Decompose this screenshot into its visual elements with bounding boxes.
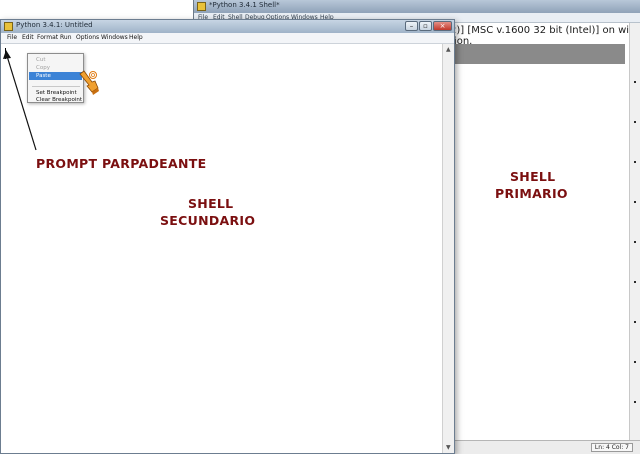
editor-menu-file[interactable]: File <box>7 34 17 41</box>
shell-selected-text <box>449 44 625 64</box>
prompt-annotation: PROMPT PARPADEANTE <box>36 156 207 171</box>
scrollbar-tick <box>634 121 636 123</box>
primary-shell-scrollbar[interactable] <box>629 23 640 440</box>
scrollbar-tick <box>634 201 636 203</box>
cursor-position-status: Ln: 4 Col: 7 <box>590 443 633 452</box>
primary-shell-title: *Python 3.4.1 Shell* <box>209 1 280 9</box>
scrollbar-tick <box>634 241 636 243</box>
scrollbar-tick <box>634 361 636 363</box>
python-file-icon <box>197 2 206 11</box>
editor-menu-run[interactable]: Run <box>60 34 72 41</box>
context-menu: Cut Copy Paste Set Breakpoint Clear Brea… <box>27 53 84 103</box>
editor-titlebar[interactable]: Python 3.4.1: Untitled – ▫ × <box>1 20 454 33</box>
scroll-down-icon[interactable]: ▼ <box>446 444 451 451</box>
context-menu-copy[interactable]: Copy <box>29 64 82 72</box>
editor-menu-help[interactable]: Help <box>129 34 143 41</box>
editor-menu-options[interactable]: Options <box>76 34 99 41</box>
shell-banner-line: 2)] [MSC v.1600 32 bit (Intel)] on win32 <box>450 25 640 36</box>
editor-menubar: File Edit Format Run Options Windows Hel… <box>1 33 454 44</box>
secondary-shell-annotation: SHELL <box>188 196 234 211</box>
context-menu-paste[interactable]: Paste <box>29 72 82 80</box>
close-button[interactable]: × <box>433 21 452 31</box>
primary-shell-annotation: PRIMARIO <box>495 186 568 201</box>
editor-menu-edit[interactable]: Edit <box>22 34 34 41</box>
scroll-up-icon[interactable]: ▲ <box>446 46 451 53</box>
editor-title: Python 3.4.1: Untitled <box>16 21 93 29</box>
scrollbar-tick <box>634 401 636 403</box>
primary-shell-titlebar[interactable]: *Python 3.4.1 Shell* <box>194 0 640 13</box>
scrollbar-tick <box>634 161 636 163</box>
editor-scrollbar[interactable]: ▲ ▼ <box>442 44 454 453</box>
minimize-button[interactable]: – <box>405 21 418 31</box>
context-menu-separator <box>32 86 80 87</box>
primary-shell-annotation: SHELL <box>510 169 556 184</box>
scrollbar-tick <box>634 281 636 283</box>
scrollbar-tick <box>634 81 636 83</box>
secondary-shell-annotation: SECUNDARIO <box>160 213 256 228</box>
blinking-cursor <box>5 48 6 59</box>
context-menu-clear-breakpoint[interactable]: Clear Breakpoint <box>29 96 82 104</box>
maximize-button[interactable]: ▫ <box>419 21 432 31</box>
python-file-icon <box>4 22 13 31</box>
editor-menu-format[interactable]: Format <box>37 34 58 41</box>
editor-text-area[interactable] <box>1 44 442 453</box>
pointing-hand-icon <box>79 70 99 95</box>
scrollbar-tick <box>634 321 636 323</box>
context-menu-cut[interactable]: Cut <box>29 56 82 64</box>
editor-menu-windows[interactable]: Windows <box>101 34 128 41</box>
